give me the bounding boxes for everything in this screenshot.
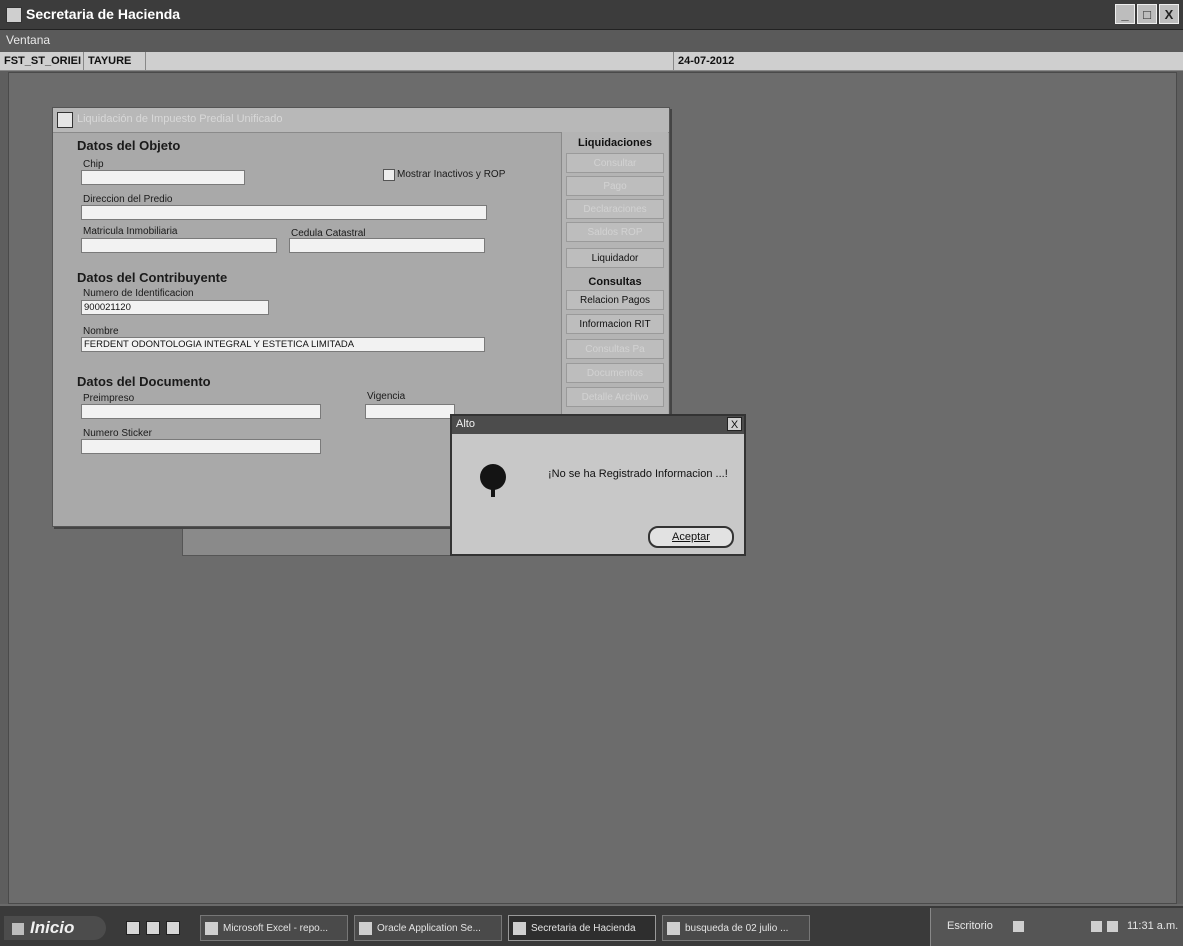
desktop-icon[interactable] [146, 921, 160, 935]
contribuyente-heading: Datos del Contribuyente [77, 270, 228, 285]
hacienda-icon [513, 922, 526, 935]
matricula-label: Matricula Inmobiliaria [83, 226, 178, 237]
alert-dialog: Alto X ¡No se ha Registrado Informacion … [450, 414, 746, 556]
session-date: 24-07-2012 [678, 55, 735, 67]
pago-button[interactable]: Pago [566, 176, 664, 196]
task-oracle[interactable]: Oracle Application Se... [354, 915, 502, 941]
system-tray: Escritorio 11:31 a.m. [930, 908, 1183, 946]
session-bar: FST_ST_ORIEI TAYURE 24-07-2012 [0, 52, 1183, 71]
media-icon[interactable] [166, 921, 180, 935]
detalle-archivo-button[interactable]: Detalle Archivo [566, 387, 664, 407]
task-oracle-label: Oracle Application Se... [377, 923, 481, 934]
clock: 11:31 a.m. [1127, 920, 1179, 932]
close-button[interactable]: X [1159, 4, 1179, 24]
menu-bar: Ventana [0, 30, 1183, 52]
saldos-rop-button[interactable]: Saldos ROP [566, 222, 664, 242]
task-excel[interactable]: Microsoft Excel - repo... [200, 915, 348, 941]
sticker-label: Numero Sticker [83, 428, 152, 439]
identificacion-field[interactable]: 900021120 [81, 300, 269, 315]
inactive-label: Mostrar Inactivos y ROP [397, 169, 506, 180]
documentos-button[interactable]: Documentos [566, 363, 664, 383]
aceptar-button[interactable]: Aceptar [648, 526, 734, 548]
window-title: Secretaria de Hacienda [26, 6, 181, 22]
consultas-heading: Consultas [588, 276, 642, 288]
minimize-button[interactable]: _ [1115, 4, 1135, 24]
excel-icon [205, 922, 218, 935]
network-icon[interactable] [1091, 921, 1102, 932]
objeto-heading: Datos del Objeto [77, 138, 181, 153]
form-icon [57, 112, 73, 128]
window-controls: _ □ X [1115, 4, 1179, 24]
form-titlebar: Liquidación de Impuesto Predial Unificad… [53, 108, 669, 133]
matricula-field[interactable] [81, 238, 277, 253]
documento-heading: Datos del Documento [77, 374, 211, 389]
alert-titlebar: Alto X [452, 416, 744, 434]
sticker-field[interactable] [81, 439, 321, 454]
start-button[interactable]: Inicio [4, 916, 106, 940]
vigencia-label: Vigencia [367, 391, 406, 402]
alert-message: ¡No se ha Registrado Informacion ...! [548, 468, 728, 480]
app-icon [6, 7, 22, 23]
preimpreso-field[interactable] [81, 404, 321, 419]
maximize-button[interactable]: □ [1137, 4, 1157, 24]
tray-label[interactable]: Escritorio [947, 920, 993, 932]
desktop-toolbar-icon[interactable] [1013, 921, 1024, 932]
task-word[interactable]: busqueda de 02 julio ... [662, 915, 810, 941]
informacion-rit-button[interactable]: Informacion RIT [566, 314, 664, 334]
start-label: Inicio [30, 918, 75, 937]
consultar-button[interactable]: Consultar [566, 153, 664, 173]
direccion-field[interactable] [81, 205, 487, 220]
windows-logo-icon [12, 922, 24, 935]
user-name: TAYURE [84, 52, 146, 70]
direccion-label: Direccion del Predio [83, 194, 173, 205]
nombre-field[interactable]: FERDENT ODONTOLOGIA INTEGRAL Y ESTETICA … [81, 337, 485, 352]
chip-label: Chip [83, 159, 104, 170]
task-hacienda-label: Secretaria de Hacienda [531, 923, 636, 934]
consultas-pa-button[interactable]: Consultas Pa [566, 339, 664, 359]
preimpreso-label: Preimpreso [83, 393, 135, 404]
oracle-icon [359, 922, 372, 935]
task-word-label: busqueda de 02 julio ... [685, 923, 789, 934]
ie-icon[interactable] [126, 921, 140, 935]
menu-ventana[interactable]: Ventana [6, 33, 50, 47]
nombre-label: Nombre [83, 326, 119, 337]
liquidador-button[interactable]: Liquidador [566, 248, 664, 268]
stop-icon [480, 464, 506, 497]
task-hacienda[interactable]: Secretaria de Hacienda [508, 915, 656, 941]
form-title: Liquidación de Impuesto Predial Unificad… [77, 113, 283, 125]
alert-close-button[interactable]: X [727, 417, 742, 431]
volume-icon[interactable] [1107, 921, 1118, 932]
word-icon [667, 922, 680, 935]
alert-title: Alto [456, 418, 475, 430]
taskbar: Inicio Microsoft Excel - repo... Oracle … [0, 904, 1183, 946]
liquidaciones-heading: Liquidaciones [578, 137, 652, 149]
user-code: FST_ST_ORIEI [0, 52, 84, 70]
inactive-checkbox[interactable] [383, 169, 395, 181]
vigencia-field[interactable] [365, 404, 455, 419]
relacion-pagos-button[interactable]: Relacion Pagos [566, 290, 664, 310]
identificacion-label: Numero de Identificacion [83, 288, 194, 299]
cedula-field[interactable] [289, 238, 485, 253]
task-excel-label: Microsoft Excel - repo... [223, 923, 329, 934]
status-empty [146, 52, 674, 70]
window-titlebar: Secretaria de Hacienda _ □ X [0, 0, 1183, 30]
declaraciones-button[interactable]: Declaraciones [566, 199, 664, 219]
chip-field[interactable] [81, 170, 245, 185]
